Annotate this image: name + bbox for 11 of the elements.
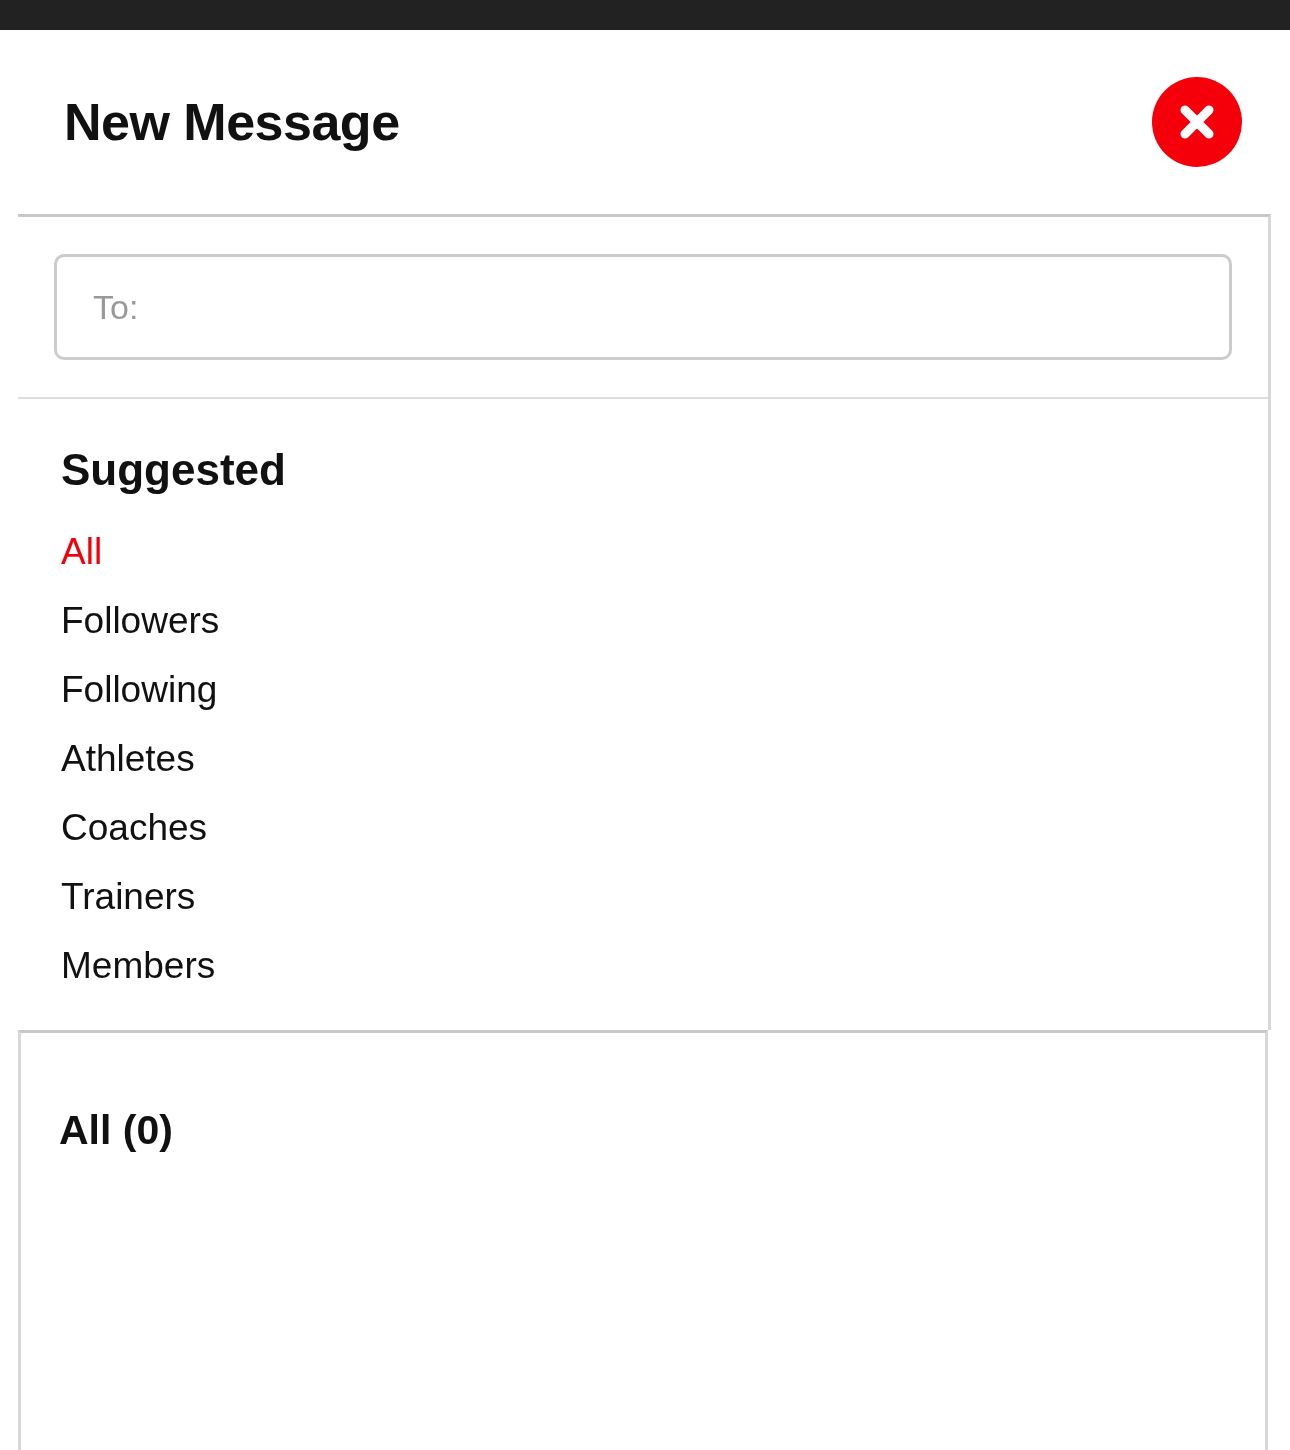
filter-link[interactable]: All <box>61 517 103 586</box>
results-title: All (0) <box>59 1107 174 1154</box>
window-title: New Message <box>64 92 400 152</box>
filter-link[interactable]: Following <box>61 655 218 724</box>
filter-link[interactable]: Trainers <box>61 862 196 931</box>
filter-link[interactable]: Members <box>61 931 216 1000</box>
filter-link[interactable]: Athletes <box>61 724 195 793</box>
section-title: Suggested <box>61 445 286 495</box>
filter-link[interactable]: Coaches <box>61 793 208 862</box>
filter-link[interactable]: Followers <box>61 586 220 655</box>
to-field[interactable]: To: <box>54 254 1232 360</box>
